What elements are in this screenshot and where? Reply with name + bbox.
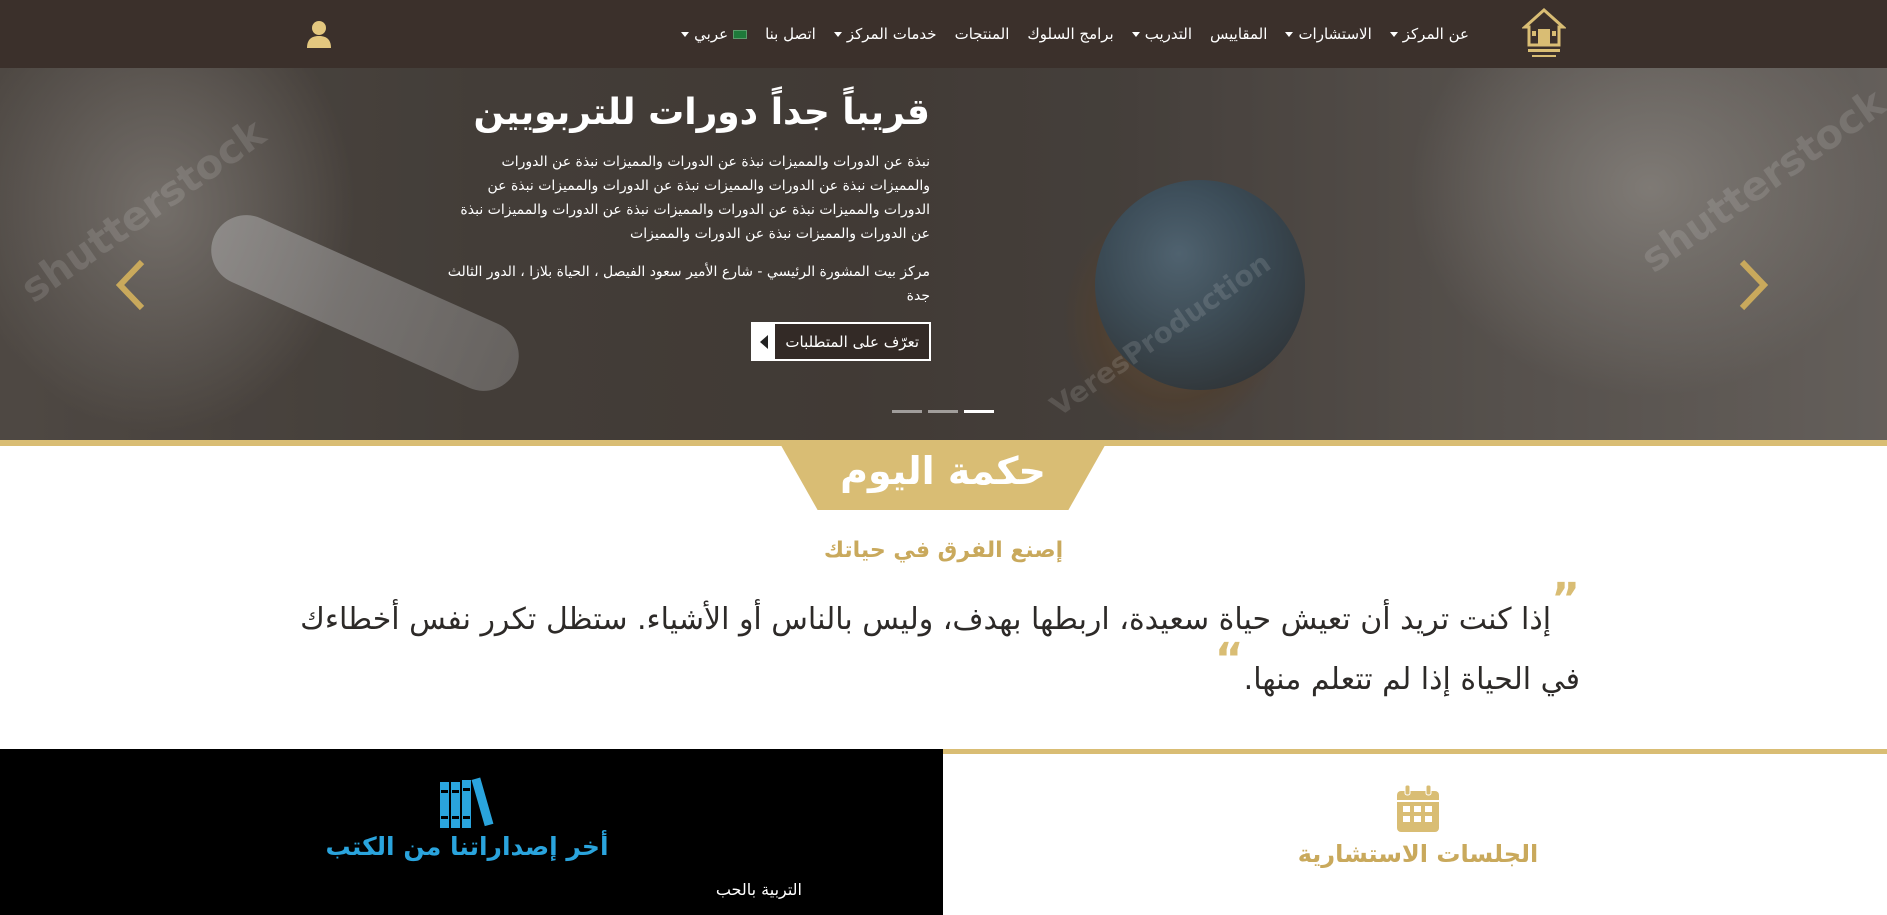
slide-indicator-3[interactable] xyxy=(964,410,994,413)
menu-label: اتصل بنا xyxy=(765,25,816,43)
menu-label: عن المركز xyxy=(1402,25,1469,43)
main-menu: عن المركز الاستشارات المقاييس التدريب بر… xyxy=(681,0,1469,68)
menu-label: التدريب xyxy=(1144,25,1193,43)
menu-item-training[interactable]: التدريب xyxy=(1131,25,1193,43)
saudi-flag-icon xyxy=(733,29,748,39)
menu-label: المقاييس xyxy=(1210,25,1268,43)
menu-label: خدمات المركز xyxy=(846,25,937,43)
menu-item-contact[interactable]: اتصل بنا xyxy=(765,25,816,43)
slide-title: قريباً جداً دورات للتربويين xyxy=(473,92,930,133)
slide-indicator-2[interactable] xyxy=(928,410,958,413)
books-icon xyxy=(440,777,494,828)
menu-item-consultations[interactable]: الاستشارات xyxy=(1285,25,1372,43)
caret-down-icon xyxy=(1389,31,1398,37)
language-selector[interactable]: عربي xyxy=(681,25,748,43)
slide-indicator-1[interactable] xyxy=(892,410,922,413)
hero-slider: shutterstock shutterstock VeresProductio… xyxy=(0,68,1887,440)
caret-down-icon xyxy=(1285,31,1294,37)
menu-label: برامج السلوك xyxy=(1027,25,1114,43)
wisdom-title: حكمة اليوم xyxy=(840,449,1046,493)
prev-slide-arrow[interactable] xyxy=(112,258,152,312)
open-quote-icon: ” xyxy=(1551,574,1580,625)
menu-item-services[interactable]: خدمات المركز xyxy=(833,25,937,43)
slide-indicators xyxy=(892,410,994,413)
menu-label: المنتجات xyxy=(954,25,1010,43)
caret-down-icon xyxy=(1131,31,1140,37)
caret-down-icon xyxy=(833,31,842,37)
hero-overlay xyxy=(0,68,1887,440)
arrow-left-icon xyxy=(753,324,775,359)
sessions-section-title[interactable]: الجلسات الاستشارية xyxy=(1258,840,1578,868)
caret-down-icon xyxy=(681,31,690,37)
wisdom-quote: ”إذا كنت تريد أن تعيش حياة سعيدة، اربطها… xyxy=(300,578,1580,710)
user-icon[interactable] xyxy=(306,20,332,48)
close-quote-icon: “ xyxy=(1214,634,1244,685)
page: عن المركز الاستشارات المقاييس التدريب بر… xyxy=(0,0,1887,915)
sessions-panel-top-border xyxy=(943,749,1887,754)
requirements-button[interactable]: تعرّف على المتطلبات xyxy=(751,322,931,361)
slide-address: مركز بيت المشورة الرئيسي - شارع الأمير س… xyxy=(447,264,930,304)
menu-item-products[interactable]: المنتجات xyxy=(955,25,1010,43)
menu-label: الاستشارات xyxy=(1298,25,1372,43)
chevron-right-icon xyxy=(1739,259,1769,311)
requirements-button-label: تعرّف على المتطلبات xyxy=(785,332,919,351)
books-section-title[interactable]: أخر إصداراتنا من الكتب xyxy=(300,832,634,861)
book-item[interactable]: التربية بالحب xyxy=(600,880,802,899)
wisdom-quote-text: إذا كنت تريد أن تعيش حياة سعيدة، اربطها … xyxy=(300,602,1580,697)
wisdom-subtitle: إصنع الفرق في حياتك xyxy=(823,538,1064,563)
menu-item-behavior-programs[interactable]: برامج السلوك xyxy=(1027,25,1113,43)
house-logo-icon[interactable] xyxy=(1522,7,1566,61)
language-label: عربي xyxy=(694,25,729,43)
slide-description: نبذة عن الدورات والمميزات نبذة عن الدورا… xyxy=(460,154,930,242)
menu-item-about[interactable]: عن المركز xyxy=(1389,25,1469,43)
menu-item-measures[interactable]: المقاييس xyxy=(1210,25,1267,43)
top-navbar: عن المركز الاستشارات المقاييس التدريب بر… xyxy=(0,0,1887,68)
chevron-left-icon xyxy=(115,259,145,311)
next-slide-arrow[interactable] xyxy=(1732,258,1772,312)
calendar-icon xyxy=(1397,784,1439,832)
